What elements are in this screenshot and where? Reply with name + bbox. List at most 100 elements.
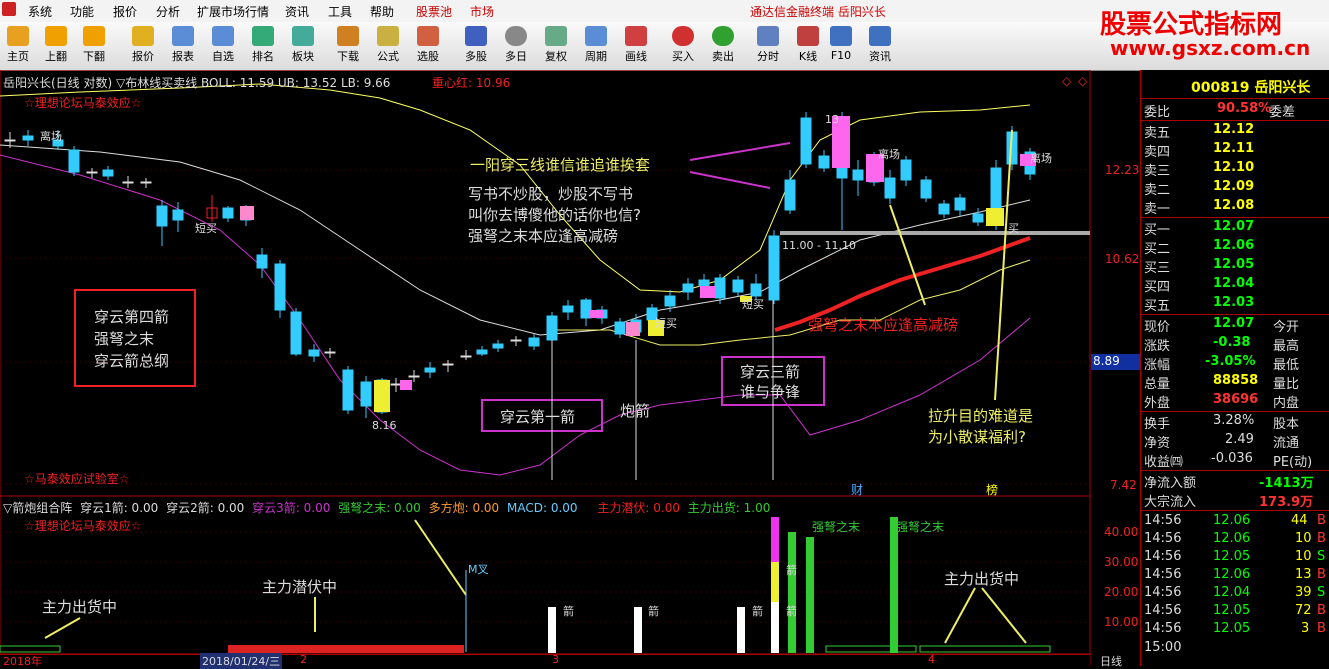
menu-analysis[interactable]: 分析 [156,3,180,20]
tb-info[interactable]: 资讯 [862,24,898,68]
menu-function[interactable]: 功能 [70,3,94,20]
candle-highlight [590,310,604,318]
candle-body [698,279,710,287]
candle-body [222,207,234,219]
candle-body [4,139,16,142]
tb-sell[interactable]: 卖出 [705,24,741,68]
candle-body [732,279,744,293]
candle-body [442,363,454,366]
candle-body [528,337,540,347]
stat-change-row: 涨跌 -0.38 最高 [1144,335,1300,354]
tick-row-last: 15:00 [1144,640,1182,655]
candle-highlight [240,206,254,220]
select-icon [417,26,439,46]
home-icon [7,26,29,46]
watermark-url: www.gsxz.com.cn [1110,36,1311,60]
sell-3-row[interactable]: 卖三 12.10 [1141,160,1329,179]
menu-quote[interactable]: 报价 [113,3,137,20]
bang-marker: 榜 [986,483,999,497]
candle-body [460,355,472,358]
flow-block-row: 大宗流入 173.9万 [1144,495,1314,510]
menu-tools[interactable]: 工具 [328,3,352,20]
cai-marker: 财 [851,483,864,497]
candle-body [324,351,336,354]
annotation-qiangnu: 强弩之末本应逢高减磅 [808,316,959,334]
bar-chuhuo [919,645,1051,653]
menu-help[interactable]: 帮助 [370,3,394,20]
sub-forum-label: ☆理想论坛马泰效应☆ [24,519,142,533]
sell-icon [712,26,734,46]
stat-netasset-row: 净资 2.49 流通 [1144,432,1300,451]
tb-rank[interactable]: 排名 [245,24,281,68]
tb-kline[interactable]: K线 [790,24,826,68]
box-fourth-text: 穿云第四箭 强弩之末 穿云箭总纲 [94,308,170,370]
candle-body [68,149,80,173]
candle-body [156,205,168,227]
ytick-4: 7.42 [1110,478,1137,492]
tb-pagedown[interactable]: 下翻 [76,24,112,68]
menu-system[interactable]: 系统 [28,3,52,20]
buy-3-row[interactable]: 买三 12.05 [1141,257,1329,276]
candle-body [884,177,896,199]
sell-5-row[interactable]: 卖五 12.12 [1141,122,1329,141]
forum-label: ☆理想论坛马泰效应☆ [24,96,142,110]
tb-download[interactable]: 下载 [330,24,366,68]
menu-news[interactable]: 资讯 [285,3,309,20]
main-header: 岳阳兴长(日线 对数) ▽布林线买卖线 BOLL: 11.59 UB: 13.5… [3,76,391,90]
tick-row: 14:56 12.05 72 B [1144,603,1326,618]
timeshare-icon [757,26,779,46]
xlabel-daily[interactable]: 日线 [1100,653,1122,669]
tb-f10[interactable]: F10 [823,24,859,68]
stat-turnover-row: 换手 3.28% 股本 [1144,413,1300,432]
kline-icon [797,26,819,46]
buy-2-row[interactable]: 买二 12.06 [1141,238,1329,257]
candle-body [476,349,488,355]
f8-icon [585,26,607,46]
tb-home[interactable]: 主页 [0,24,36,68]
sub-ytick-2: 30.00 [1104,555,1139,569]
tb-watchlist[interactable]: 自选 [205,24,241,68]
tb-period[interactable]: 周期 [578,24,614,68]
menu-stock-pool[interactable]: 股票池 [416,3,452,20]
tb-multi-day[interactable]: 多日 [498,24,534,68]
range-label: 11.00 - 11.10 [782,239,856,252]
tb-adjust[interactable]: 复权 [538,24,574,68]
sub-qiangnu-2: 强弩之末 [896,520,945,534]
quote-panel: 000819 岳阳兴长 委比 90.58% 委差 卖五 12.12 卖四 12.11… [1140,70,1329,666]
candle-body [408,375,420,378]
candle-body [122,181,134,184]
arrow-down-icon [83,26,105,46]
sell-2-row[interactable]: 卖二 12.09 [1141,179,1329,198]
lichang-3: 离场 [1030,152,1052,165]
sub-qiangnu-1: 强弩之末 [812,520,861,534]
tb-draw[interactable]: 画线 [618,24,654,68]
sell-1-row[interactable]: 卖一 12.08 [1141,198,1329,217]
bar-cy3 [771,517,779,562]
buy-1-row[interactable]: 买一 12.07 [1141,219,1329,238]
menu-ext-market[interactable]: 扩展市场行情 [197,3,269,20]
tb-select-stock[interactable]: 选股 [410,24,446,68]
tb-pageup[interactable]: 上翻 [38,24,74,68]
tb-formula[interactable]: 公式 [370,24,406,68]
tb-multi-stock[interactable]: 多股 [458,24,494,68]
tb-buy[interactable]: 买入 [665,24,701,68]
tb-sector[interactable]: 板块 [285,24,321,68]
tb-quote[interactable]: 报价 [125,24,161,68]
xlabel-mar: 3 [552,653,559,666]
menu-market[interactable]: 市场 [470,3,494,20]
bar-qiangnu [890,517,898,653]
buy-4-row[interactable]: 买四 12.04 [1141,276,1329,295]
clock-icon [505,26,527,46]
sell-4-row[interactable]: 卖四 12.11 [1141,141,1329,160]
buy-5-row[interactable]: 买五 12.03 [1141,295,1329,314]
candle-body [86,171,98,174]
xlabel-feb: 2 [300,653,307,666]
rank-icon [252,26,274,46]
annotation-xieshu: 写书不炒股，炒股不写书 叫你去博傻他的话你也信? 强弩之末本应逢高减磅 [468,185,641,245]
candle-body [920,179,932,199]
app-icon[interactable] [2,2,16,16]
tb-timeshare[interactable]: 分时 [750,24,786,68]
candle-body [784,179,796,211]
tb-report[interactable]: 报表 [165,24,201,68]
sub-jian-3: 箭 [752,605,763,618]
